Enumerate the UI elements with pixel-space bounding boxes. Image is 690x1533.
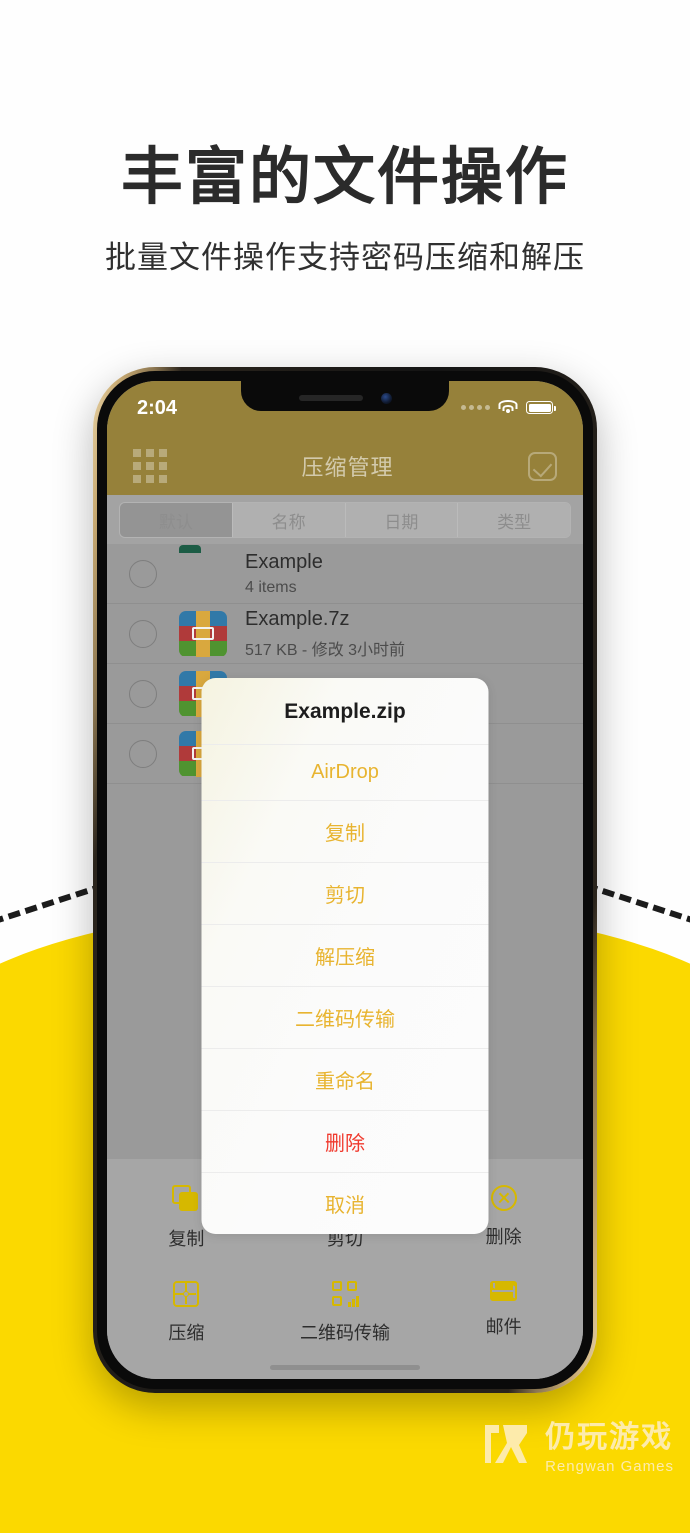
front-camera-icon <box>380 392 392 404</box>
action-extract[interactable]: 解压缩 <box>201 925 489 987</box>
watermark: 仍玩游戏 Rengwan Games <box>479 1412 674 1475</box>
segment-name[interactable]: 名称 <box>232 503 346 537</box>
status-indicators <box>461 397 556 415</box>
action-delete[interactable]: 删除 <box>201 1111 489 1173</box>
grid-icon[interactable] <box>133 449 167 483</box>
phone-mockup: 2:04 压缩管理 默认 名称 日期 类型 Example 4 items Ex… <box>93 367 597 1393</box>
compress-icon <box>173 1281 200 1307</box>
mail-icon <box>490 1281 518 1301</box>
segment-default[interactable]: 默认 <box>120 503 233 537</box>
navigation-bar: 压缩管理 <box>107 437 583 495</box>
toolbar-label: 复制 <box>168 1229 205 1249</box>
copy-icon <box>172 1185 200 1213</box>
table-row[interactable]: Example 4 items <box>107 544 583 604</box>
table-row[interactable]: Example.7z 517 KB - 修改 3小时前 <box>107 604 583 664</box>
qrcode-icon <box>332 1281 359 1307</box>
action-qrcode[interactable]: 二维码传输 <box>201 987 489 1049</box>
action-cut[interactable]: 剪切 <box>201 863 489 925</box>
archive-icon <box>179 610 231 657</box>
phone-screen: 2:04 压缩管理 默认 名称 日期 类型 Example 4 items Ex… <box>107 381 583 1379</box>
toolbar-label: 删除 <box>485 1227 522 1247</box>
phone-bezel: 2:04 压缩管理 默认 名称 日期 类型 Example 4 items Ex… <box>97 371 593 1389</box>
signal-dots-icon <box>461 405 490 410</box>
page-title: 丰富的文件操作 <box>120 143 569 212</box>
checkbox-icon[interactable] <box>527 451 557 481</box>
toolbar-label: 压缩 <box>168 1323 205 1343</box>
action-cancel[interactable]: 取消 <box>202 1173 489 1234</box>
action-rename[interactable]: 重命名 <box>201 1049 489 1111</box>
nav-title: 压缩管理 <box>301 455 394 480</box>
page-subtitle: 批量文件操作支持密码压缩和解压 <box>105 240 585 275</box>
delete-circle-icon <box>490 1185 517 1211</box>
toolbar-mail-button[interactable]: 邮件 <box>424 1281 583 1345</box>
row-info: Example 4 items <box>245 551 323 597</box>
folder-icon <box>179 551 231 597</box>
home-indicator <box>270 1365 420 1370</box>
toolbar-row-2: 压缩 二维码传输 邮件 <box>107 1281 583 1345</box>
row-select-radio[interactable] <box>129 679 157 708</box>
action-sheet: Example.zip AirDrop 复制 剪切 解压缩 二维码传输 重命名 … <box>201 678 489 1234</box>
watermark-cn: 仍玩游戏 <box>545 1421 674 1454</box>
watermark-en: Rengwan Games <box>545 1458 674 1475</box>
row-select-radio[interactable] <box>129 619 157 648</box>
phone-notch <box>241 381 449 411</box>
segment-type[interactable]: 类型 <box>458 503 570 537</box>
action-sheet-title: Example.zip <box>201 678 489 745</box>
rengwan-logo-icon <box>479 1419 533 1469</box>
file-name: Example <box>245 550 323 573</box>
battery-icon <box>526 401 556 414</box>
sort-segmented-control-wrap: 默认 名称 日期 类型 <box>107 495 583 544</box>
file-meta: 517 KB - 修改 3小时前 <box>245 641 406 659</box>
row-info: Example.7z 517 KB - 修改 3小时前 <box>245 608 405 660</box>
sort-segmented-control[interactable]: 默认 名称 日期 类型 <box>119 502 571 538</box>
action-copy[interactable]: 复制 <box>201 801 489 863</box>
toolbar-qrcode-button[interactable]: 二维码传输 <box>266 1281 425 1345</box>
file-meta: 4 items <box>245 578 297 596</box>
segment-date[interactable]: 日期 <box>345 503 459 537</box>
earpiece-speaker-icon <box>298 395 363 401</box>
file-name: Example.7z <box>245 607 350 630</box>
action-airdrop[interactable]: AirDrop <box>201 745 489 801</box>
watermark-text: 仍玩游戏 Rengwan Games <box>545 1412 674 1475</box>
wifi-icon <box>498 400 518 415</box>
toolbar-label: 二维码传输 <box>300 1323 390 1343</box>
row-select-radio[interactable] <box>129 739 157 768</box>
toolbar-label: 邮件 <box>485 1317 522 1337</box>
row-select-radio[interactable] <box>129 559 157 588</box>
status-time: 2:04 <box>137 397 178 419</box>
toolbar-compress-button[interactable]: 压缩 <box>107 1281 266 1345</box>
